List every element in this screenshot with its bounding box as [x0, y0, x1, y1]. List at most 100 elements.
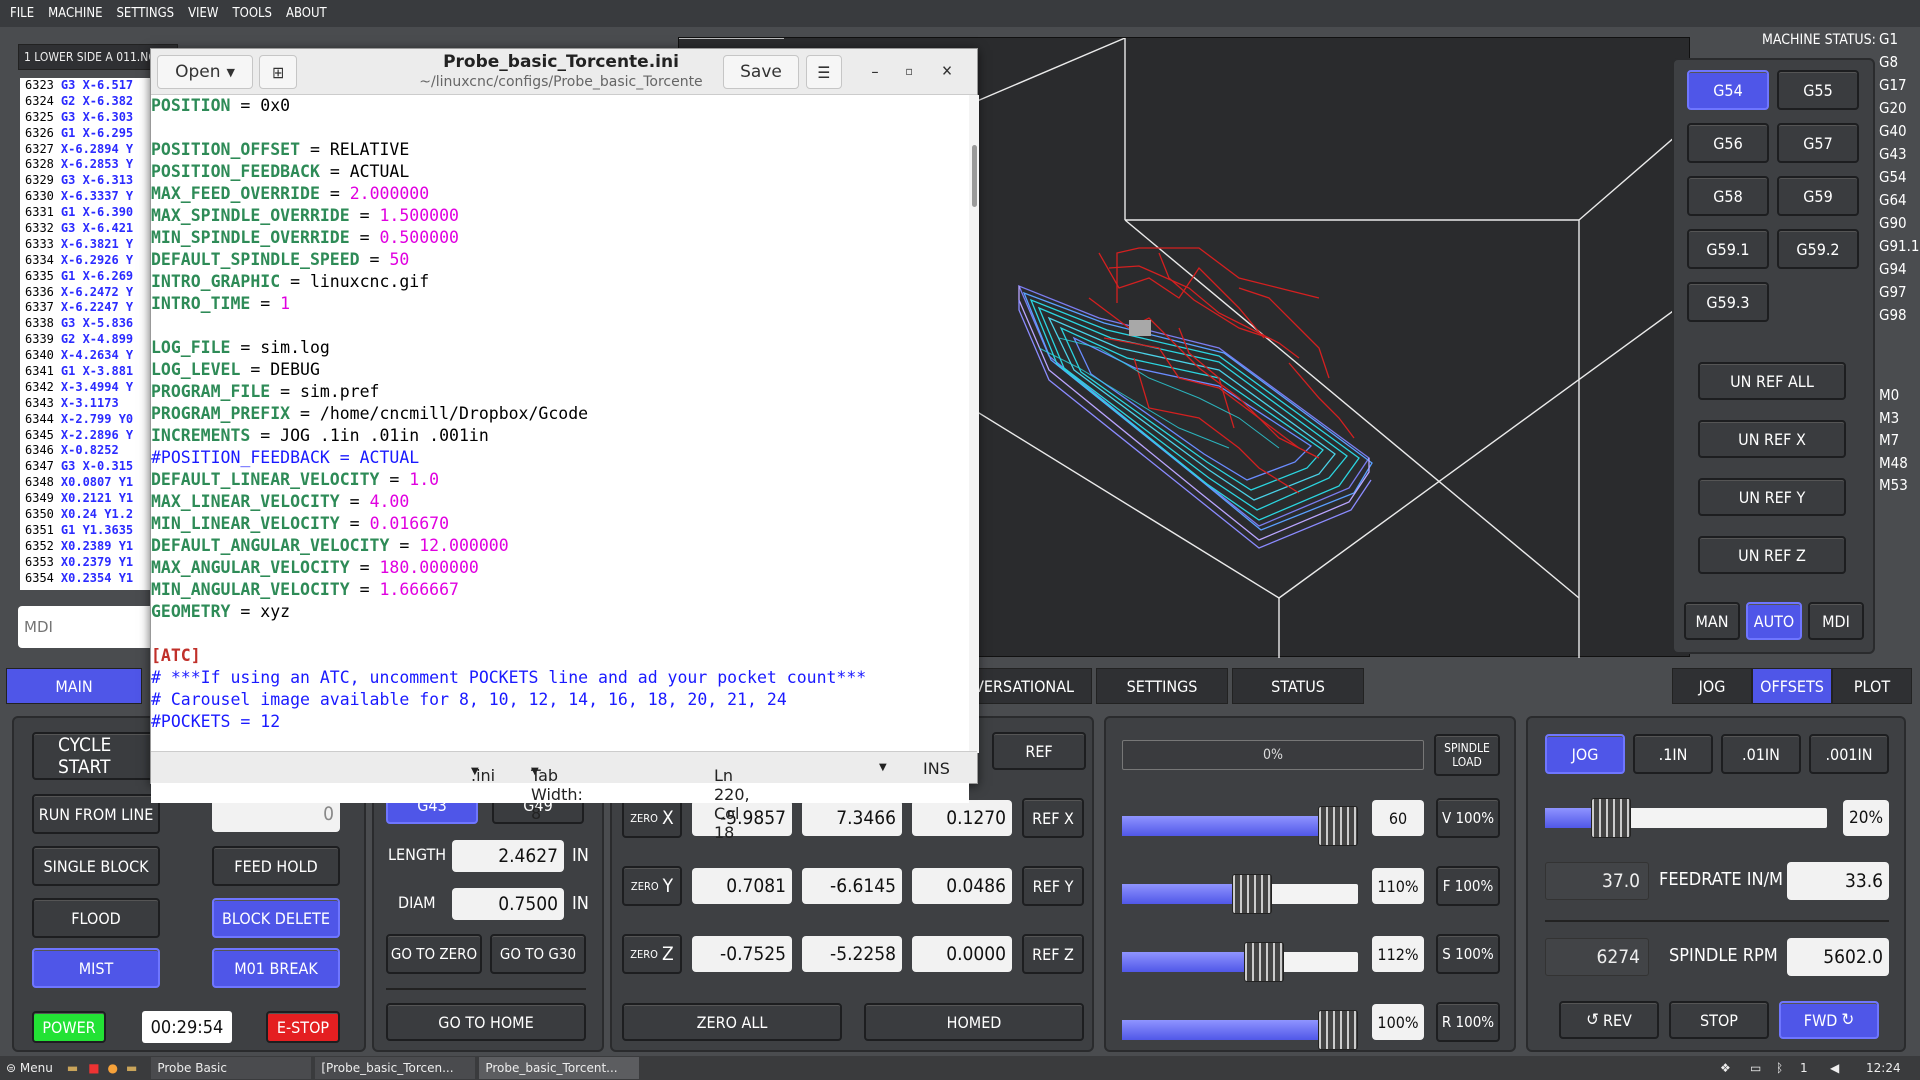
- tab-main[interactable]: MAIN: [6, 668, 142, 704]
- gcode-line[interactable]: 6343 X-3.1173: [20, 396, 150, 412]
- zero-all-button[interactable]: ZERO ALL: [622, 1003, 842, 1041]
- menu-file[interactable]: FILE: [10, 6, 34, 21]
- block-delete-button[interactable]: BLOCK DELETE: [212, 898, 340, 938]
- wcs-button-g55[interactable]: G55: [1777, 70, 1859, 110]
- wcs-button-g59.1[interactable]: G59.1: [1687, 229, 1769, 269]
- gcode-line[interactable]: 6341 G1 X-3.881: [20, 364, 150, 380]
- tab-jog[interactable]: JOG: [1672, 668, 1752, 704]
- run-from-line-button[interactable]: RUN FROM LINE: [32, 794, 160, 834]
- wcs-button-g59[interactable]: G59: [1777, 176, 1859, 216]
- editor-text-area[interactable]: POSITION = 0x0 POSITION_OFFSET = RELATIVE…: [151, 95, 969, 803]
- override-handle[interactable]: [1243, 942, 1284, 982]
- ref-z-button[interactable]: REF Z: [1022, 934, 1084, 974]
- gcode-line[interactable]: 6335 G1 X-6.269: [20, 269, 150, 285]
- tab-offsets[interactable]: OFFSETS: [1752, 668, 1832, 704]
- gcode-line[interactable]: 6334 X-6.2926 Y: [20, 253, 150, 269]
- override-slider-2[interactable]: [1122, 942, 1358, 982]
- jog-speed-handle[interactable]: [1591, 798, 1632, 838]
- gcode-line[interactable]: 6326 G1 X-6.295: [20, 126, 150, 142]
- gcode-line[interactable]: 6339 G2 X-4.899: [20, 332, 150, 348]
- zero-z-button[interactable]: ZERO Z: [622, 934, 682, 974]
- go-to-g30-button[interactable]: GO TO G30: [490, 934, 586, 974]
- gcode-line[interactable]: 6340 X-4.2634 Y: [20, 348, 150, 364]
- editor-scrollbar-thumb[interactable]: [972, 145, 977, 207]
- taskbar-item-editor[interactable]: Probe_basic_Torcent...: [479, 1057, 640, 1079]
- gcode-viewer[interactable]: 6323 G3 X-6.517 6324 G2 X-6.382 6325 G3 X-6.3…: [20, 78, 150, 590]
- save-button[interactable]: Save: [723, 55, 799, 89]
- taskbar-item-probe-basic[interactable]: Probe Basic: [151, 1057, 312, 1079]
- gcode-line[interactable]: 6354 X0.2354 Y1: [20, 571, 150, 587]
- open-button[interactable]: Open ▼: [157, 55, 253, 89]
- wcs-button-g57[interactable]: G57: [1777, 123, 1859, 163]
- hamburger-menu-button[interactable]: ☰: [806, 55, 842, 89]
- spindle-fwd-button[interactable]: FWD ↻: [1779, 1001, 1879, 1039]
- wcs-button-g54[interactable]: G54: [1687, 70, 1769, 110]
- dropbox-icon[interactable]: ❖: [1720, 1061, 1731, 1075]
- gcode-line[interactable]: 6328 X-6.2853 Y: [20, 157, 150, 173]
- gcode-line[interactable]: 6333 X-6.3821 Y: [20, 237, 150, 253]
- tab-plot[interactable]: PLOT: [1832, 668, 1912, 704]
- gcode-line[interactable]: 6324 G2 X-6.382: [20, 94, 150, 110]
- gcode-line[interactable]: 6329 G3 X-6.313: [20, 173, 150, 189]
- mode-man-button[interactable]: MAN: [1684, 602, 1740, 640]
- override-slider-0[interactable]: [1122, 806, 1358, 846]
- gcode-line[interactable]: 6344 X-2.799 Y0: [20, 412, 150, 428]
- menu-about[interactable]: ABOUT: [286, 6, 327, 21]
- gcode-line[interactable]: 6332 G3 X-6.421: [20, 221, 150, 237]
- gcode-line[interactable]: 6337 X-6.2247 Y: [20, 300, 150, 316]
- new-tab-button[interactable]: ⊞: [259, 55, 297, 89]
- menu-settings[interactable]: SETTINGS: [117, 6, 175, 21]
- override-reset-button[interactable]: V 100%: [1436, 798, 1500, 838]
- taskbar-item-folder[interactable]: [Probe_basic_Torcen...: [315, 1057, 476, 1079]
- tab-status[interactable]: STATUS: [1232, 668, 1364, 704]
- cycle-start-button[interactable]: CYCLE START: [32, 732, 162, 780]
- gcode-line[interactable]: 6352 X0.2389 Y1: [20, 539, 150, 555]
- zero-x-button[interactable]: ZERO X: [622, 798, 682, 838]
- menu-machine[interactable]: MACHINE: [48, 6, 102, 21]
- bluetooth-icon[interactable]: ᛒ: [1776, 1061, 1783, 1075]
- override-handle[interactable]: [1231, 874, 1272, 914]
- gcode-line[interactable]: 6348 X0.0807 Y1: [20, 475, 150, 491]
- spindle-rev-button[interactable]: ↺ REV: [1559, 1001, 1659, 1039]
- gcode-line[interactable]: 6330 X-6.3337 Y: [20, 189, 150, 205]
- mdi-input[interactable]: [18, 606, 158, 648]
- mode-mdi-button[interactable]: MDI: [1808, 602, 1864, 640]
- unref-button-3[interactable]: UN REF Z: [1698, 536, 1846, 574]
- zero-y-button[interactable]: ZERO Y: [622, 866, 682, 906]
- jog-inc-0.1-button[interactable]: .1IN: [1633, 734, 1713, 774]
- gcode-line[interactable]: 6338 G3 X-5.836: [20, 316, 150, 332]
- jog-inc-0.001-button[interactable]: .001IN: [1809, 734, 1889, 774]
- override-handle[interactable]: [1318, 1010, 1358, 1050]
- override-reset-button[interactable]: R 100%: [1436, 1002, 1500, 1042]
- m01-break-button[interactable]: M01 BREAK: [212, 948, 340, 988]
- ref-all-button[interactable]: REF: [992, 732, 1086, 770]
- gcode-line[interactable]: 6351 G1 Y1.3635: [20, 523, 150, 539]
- gcode-line[interactable]: 6342 X-3.4994 Y: [20, 380, 150, 396]
- volume-icon[interactable]: ◀: [1830, 1061, 1839, 1075]
- wcs-button-g59.2[interactable]: G59.2: [1777, 229, 1859, 269]
- ref-x-button[interactable]: REF X: [1022, 798, 1084, 838]
- spindle-stop-button[interactable]: STOP: [1669, 1001, 1769, 1039]
- maximize-button[interactable]: ▫: [895, 57, 923, 85]
- gcode-line[interactable]: 6353 X0.2379 Y1: [20, 555, 150, 571]
- flood-button[interactable]: FLOOD: [32, 898, 160, 938]
- gcode-line[interactable]: 6327 X-6.2894 Y: [20, 142, 150, 158]
- chevron-down-icon[interactable]: ▼: [879, 762, 887, 773]
- power-button[interactable]: POWER: [32, 1011, 106, 1043]
- override-slider-3[interactable]: [1122, 1010, 1358, 1050]
- jog-speed-slider[interactable]: [1545, 798, 1827, 838]
- wcs-button-g56[interactable]: G56: [1687, 123, 1769, 163]
- single-block-button[interactable]: SINGLE BLOCK: [32, 846, 160, 886]
- menu-view[interactable]: VIEW: [188, 6, 218, 21]
- menu-tools[interactable]: TOOLS: [232, 6, 272, 21]
- gcode-line[interactable]: 6345 X-2.2896 Y: [20, 428, 150, 444]
- gcode-line[interactable]: 6325 G3 X-6.303: [20, 110, 150, 126]
- gcode-line[interactable]: 6347 G3 X-0.315: [20, 459, 150, 475]
- go-to-zero-button[interactable]: GO TO ZERO: [386, 934, 482, 974]
- override-slider-1[interactable]: [1122, 874, 1358, 914]
- close-button[interactable]: ✕: [933, 57, 961, 85]
- mist-button[interactable]: MIST: [32, 948, 160, 988]
- wcs-button-g58[interactable]: G58: [1687, 176, 1769, 216]
- gcode-line[interactable]: 6350 X0.24 Y1.2: [20, 507, 150, 523]
- start-menu-button[interactable]: ⊜ Menu: [6, 1061, 53, 1075]
